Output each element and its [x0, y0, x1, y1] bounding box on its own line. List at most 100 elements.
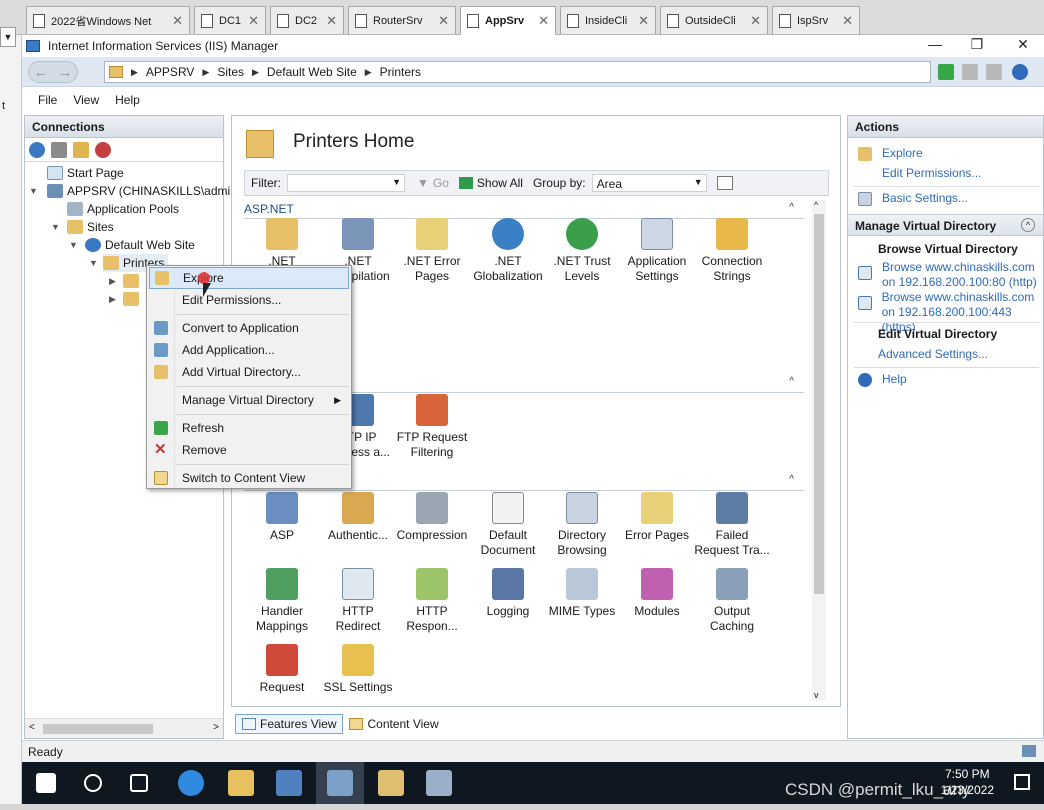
menu-file[interactable]: File	[38, 93, 57, 107]
menu-item-switch-to-content-view[interactable]: Switch to Content View	[149, 467, 349, 489]
expand-toggle-icon[interactable]: ▼	[69, 240, 78, 250]
scroll-left-icon[interactable]: <	[29, 722, 35, 733]
search-icon[interactable]	[84, 774, 102, 792]
dropdown-arrow-icon[interactable]: ▼	[392, 177, 401, 187]
feature-handler-mappings[interactable]: Handler Mappings	[244, 568, 320, 634]
feature-authentication[interactable]: Authentic...	[320, 492, 396, 543]
tree-server[interactable]: APPSRV (CHINASKILLS\admin	[47, 182, 237, 200]
action-browse-http[interactable]: Browse www.chinaskills.com on 192.168.200…	[858, 260, 1037, 290]
breadcrumb-appsrv[interactable]: APPSRV	[146, 65, 194, 79]
folder-documents-icon[interactable]	[378, 770, 404, 796]
show-all-button[interactable]: Show All	[477, 176, 523, 190]
menu-item-convert-to-application[interactable]: Convert to Application	[149, 317, 349, 339]
back-forward-buttons[interactable]: ← →	[28, 61, 78, 83]
scroll-thumb[interactable]	[43, 724, 153, 734]
expand-toggle-icon[interactable]: ▼	[51, 222, 60, 232]
feature-directory-browsing[interactable]: Directory Browsing	[544, 492, 620, 558]
vm-tab-ispsrv[interactable]: IspSrv ✕	[772, 6, 860, 34]
feature-request-filtering[interactable]: Request Filtering	[244, 644, 320, 696]
feature-http-response-headers[interactable]: HTTP Respon...	[394, 568, 470, 634]
breadcrumb-printers[interactable]: Printers	[380, 65, 421, 79]
up-folder-icon[interactable]	[73, 141, 89, 158]
vm-tab-dc1[interactable]: DC1 ✕	[194, 6, 266, 34]
feature-net-error-pages[interactable]: .NET Error Pages	[394, 218, 470, 284]
vm-tab-appsrv[interactable]: AppSrv ✕	[460, 6, 556, 35]
feature-net-trust-levels[interactable]: .NET Trust Levels	[544, 218, 620, 284]
tree-default-web-site[interactable]: Default Web Site	[85, 236, 195, 254]
vm-tab-insidecli[interactable]: InsideCli ✕	[560, 6, 656, 34]
filter-input[interactable]: ▼	[287, 174, 405, 192]
feature-application-settings[interactable]: Application Settings	[619, 218, 695, 284]
notifications-icon[interactable]	[1014, 774, 1030, 790]
action-explore[interactable]: Explore	[858, 146, 923, 161]
menu-view[interactable]: View	[73, 93, 99, 107]
collapse-icon[interactable]: ^	[789, 202, 794, 213]
action-edit-permissions[interactable]: Edit Permissions...	[882, 166, 981, 180]
windows-start-icon[interactable]	[36, 773, 56, 793]
close-tab-icon[interactable]: ✕	[172, 13, 183, 29]
tree-start-page[interactable]: Start Page	[47, 164, 124, 182]
tools-icon[interactable]	[426, 770, 452, 796]
connect-icon[interactable]	[29, 141, 45, 158]
breadcrumb-default-web-site[interactable]: Default Web Site	[267, 65, 357, 79]
task-view-icon[interactable]	[130, 774, 148, 792]
horizontal-scrollbar[interactable]: < >	[25, 718, 223, 738]
internet-explorer-icon[interactable]	[178, 770, 204, 796]
iis-manager-icon[interactable]	[327, 770, 353, 796]
home-icon[interactable]	[986, 64, 1002, 80]
disconnect-icon[interactable]	[95, 141, 111, 158]
menu-item-manage-virtual-directory[interactable]: Manage Virtual Directory ▶	[149, 389, 349, 411]
expand-toggle-icon[interactable]: ▶	[109, 276, 116, 287]
refresh-icon[interactable]	[938, 64, 954, 80]
close-tab-icon[interactable]: ✕	[248, 13, 259, 29]
content-view-tab[interactable]: Content View	[343, 714, 444, 734]
feature-mime-types[interactable]: MIME Types	[544, 568, 620, 619]
feature-asp[interactable]: ASP	[244, 492, 320, 543]
vm-tab-outsidecli[interactable]: OutsideCli ✕	[660, 6, 768, 34]
feature-net-globalization[interactable]: .NET Globalization	[470, 218, 546, 284]
feature-failed-request-tracing[interactable]: Failed Request Tra...	[694, 492, 770, 558]
help-icon[interactable]	[1012, 64, 1028, 80]
expand-toggle-icon[interactable]: ▼	[29, 186, 38, 196]
menu-item-add-application[interactable]: Add Application...	[149, 339, 349, 361]
back-arrow-icon[interactable]: ←	[34, 64, 49, 81]
close-tab-icon[interactable]: ✕	[326, 13, 337, 29]
feature-http-redirect[interactable]: HTTP Redirect	[320, 568, 396, 634]
features-view-tab[interactable]: Features View	[235, 714, 344, 734]
breadcrumb[interactable]: ▶ APPSRV ▶ Sites ▶ Default Web Site ▶ Pr…	[104, 61, 931, 83]
close-tab-icon[interactable]: ✕	[842, 13, 853, 29]
minimize-button[interactable]: —	[912, 35, 958, 55]
scroll-up-icon[interactable]: ^	[814, 200, 818, 210]
breadcrumb-sites[interactable]: Sites	[217, 65, 244, 79]
action-basic-settings[interactable]: Basic Settings...	[858, 191, 968, 206]
manage-virtual-directory-header[interactable]: Manage Virtual Directory ^	[848, 214, 1043, 236]
group-by-select[interactable]: Area ▼	[591, 174, 707, 192]
close-tab-icon[interactable]: ✕	[638, 13, 649, 29]
feature-connection-strings[interactable]: Connection Strings	[694, 218, 770, 284]
vm-tab-dc2[interactable]: DC2 ✕	[270, 6, 344, 34]
feature-logging[interactable]: Logging	[470, 568, 546, 619]
menu-item-refresh[interactable]: Refresh	[149, 417, 349, 439]
menu-item-remove[interactable]: ✕ Remove	[149, 439, 349, 461]
tree-child-folder[interactable]	[123, 290, 143, 308]
expand-toggle-icon[interactable]: ▼	[89, 258, 98, 268]
expand-toggle-icon[interactable]: ▶	[109, 294, 116, 305]
vm-tab-routersrv[interactable]: RouterSrv ✕	[348, 6, 456, 34]
host-dropdown[interactable]: ▼	[0, 27, 16, 47]
menu-item-explore[interactable]: Explore	[149, 267, 349, 289]
stop-icon[interactable]	[962, 64, 978, 80]
menu-item-edit-permissions[interactable]: Edit Permissions...	[149, 289, 349, 311]
close-tab-icon[interactable]: ✕	[538, 13, 549, 29]
tree-application-pools[interactable]: Application Pools	[67, 200, 179, 218]
tree-sites[interactable]: Sites	[67, 218, 114, 236]
tree-child-folder[interactable]	[123, 272, 143, 290]
save-icon[interactable]	[51, 141, 67, 158]
server-manager-icon[interactable]	[276, 770, 302, 796]
scroll-right-icon[interactable]: >	[213, 722, 219, 733]
forward-arrow-icon[interactable]: →	[58, 64, 73, 81]
restore-button[interactable]: ❐	[954, 35, 1000, 55]
view-mode-icon[interactable]	[716, 176, 733, 190]
feature-compression[interactable]: Compression	[394, 492, 470, 543]
file-explorer-icon[interactable]	[228, 770, 254, 796]
close-tab-icon[interactable]: ✕	[750, 13, 761, 29]
